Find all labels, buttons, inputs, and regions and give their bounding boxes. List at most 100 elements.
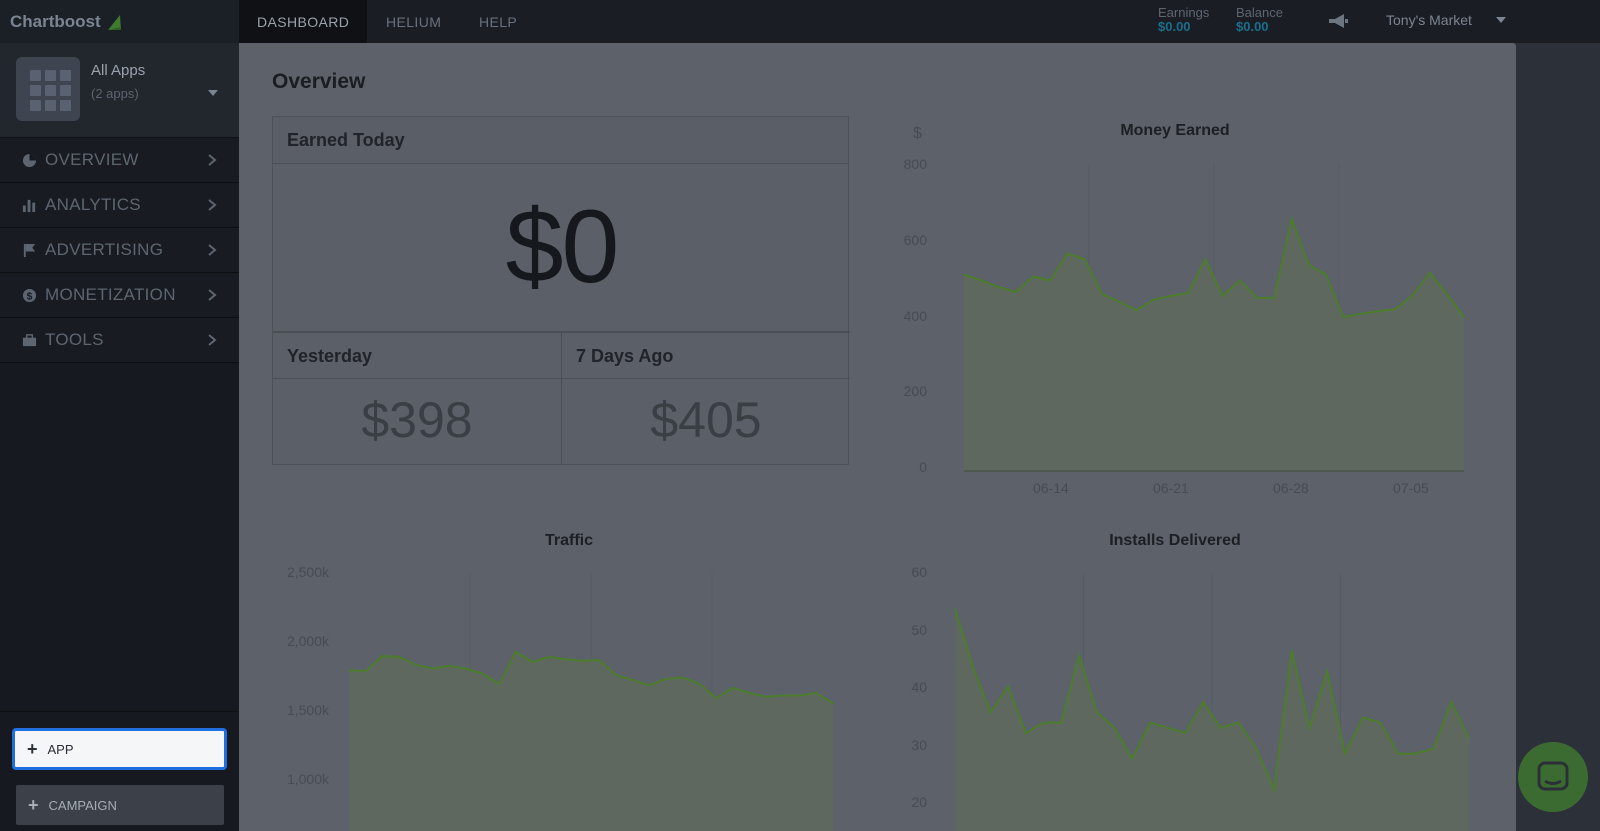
data-point[interactable] [1066, 252, 1069, 255]
data-point[interactable] [581, 659, 584, 662]
data-point[interactable] [1101, 293, 1103, 295]
data-point[interactable] [989, 711, 992, 714]
data-point[interactable] [1342, 316, 1345, 318]
nav-item-analytics[interactable]: ANALYTICS [0, 183, 239, 228]
data-point[interactable] [1149, 721, 1151, 724]
installs-delivered-chart[interactable] [954, 573, 1470, 831]
megaphone-icon[interactable] [1327, 12, 1349, 30]
data-point[interactable] [748, 692, 751, 694]
data-point[interactable] [1078, 654, 1080, 657]
data-point[interactable] [565, 658, 567, 661]
tab-help[interactable]: HELP [479, 0, 517, 43]
app-selector[interactable]: All Apps (2 apps) [0, 43, 239, 138]
data-point[interactable] [1049, 279, 1051, 282]
balance-value[interactable]: $0.00 [1236, 19, 1269, 34]
data-point[interactable] [971, 665, 974, 667]
data-point[interactable] [364, 670, 367, 672]
data-point[interactable] [348, 669, 350, 672]
data-point[interactable] [1184, 732, 1187, 734]
data-point[interactable] [954, 608, 956, 610]
data-point[interactable] [1450, 701, 1453, 703]
data-point[interactable] [1202, 701, 1204, 703]
data-point[interactable] [1014, 291, 1017, 293]
data-point[interactable] [1468, 737, 1470, 739]
add-campaign-button[interactable]: + CAMPAIGN [16, 785, 224, 825]
data-point[interactable] [1361, 716, 1364, 719]
data-point[interactable] [682, 676, 684, 679]
data-point[interactable] [1042, 721, 1045, 724]
data-point[interactable] [1220, 727, 1222, 729]
data-point[interactable] [1463, 316, 1465, 318]
data-point[interactable] [1291, 649, 1293, 652]
data-point[interactable] [698, 683, 701, 685]
data-point[interactable] [832, 702, 834, 705]
data-point[interactable] [782, 694, 784, 697]
data-point[interactable] [631, 679, 634, 681]
data-point[interactable] [1187, 292, 1189, 294]
data-point[interactable] [481, 672, 484, 675]
add-app-button[interactable]: + APP [12, 728, 227, 770]
nav-item-overview[interactable]: OVERVIEW [0, 138, 239, 183]
data-point[interactable] [1256, 297, 1258, 299]
data-point[interactable] [1237, 721, 1240, 724]
data-point[interactable] [963, 273, 965, 276]
nav-item-tools[interactable]: TOOLS [0, 318, 239, 363]
data-point[interactable] [1273, 788, 1275, 791]
data-point[interactable] [1152, 298, 1155, 301]
data-point[interactable] [648, 684, 651, 686]
data-point[interactable] [1273, 297, 1276, 299]
money-earned-chart[interactable] [963, 157, 1465, 472]
data-point[interactable] [1411, 295, 1414, 297]
data-point[interactable] [1325, 273, 1327, 276]
data-point[interactable] [515, 650, 517, 653]
data-point[interactable] [531, 661, 534, 663]
data-point[interactable] [1359, 313, 1362, 315]
data-point[interactable] [1032, 275, 1034, 278]
chevron-down-icon[interactable] [1496, 17, 1506, 23]
traffic-chart[interactable] [348, 573, 834, 831]
data-point[interactable] [548, 656, 551, 658]
data-point[interactable] [1025, 732, 1027, 734]
data-point[interactable] [1394, 308, 1396, 311]
data-point[interactable] [1415, 752, 1417, 755]
data-point[interactable] [498, 683, 500, 685]
data-point[interactable] [465, 667, 467, 670]
data-point[interactable] [381, 655, 384, 657]
data-point[interactable] [665, 678, 667, 680]
data-point[interactable] [1096, 711, 1098, 714]
data-point[interactable] [1308, 264, 1310, 266]
chevron-down-icon[interactable] [208, 90, 218, 96]
data-point[interactable] [1446, 293, 1448, 295]
chat-launcher-button[interactable] [1518, 742, 1588, 812]
data-point[interactable] [1290, 218, 1293, 220]
data-point[interactable] [1239, 279, 1241, 282]
data-point[interactable] [1432, 747, 1435, 750]
data-point[interactable] [1007, 685, 1009, 688]
data-point[interactable] [798, 694, 801, 697]
data-point[interactable] [997, 286, 1000, 288]
data-point[interactable] [1204, 258, 1207, 261]
data-point[interactable] [615, 674, 617, 676]
data-point[interactable] [1118, 300, 1120, 303]
data-point[interactable] [431, 667, 434, 670]
tab-dashboard[interactable]: DASHBOARD [239, 0, 368, 43]
data-point[interactable] [815, 692, 818, 694]
data-point[interactable] [448, 665, 450, 667]
data-point[interactable] [1397, 752, 1399, 755]
data-point[interactable] [1113, 727, 1116, 729]
data-point[interactable] [732, 687, 734, 689]
data-point[interactable] [980, 279, 982, 282]
data-point[interactable] [1377, 310, 1379, 312]
data-point[interactable] [1428, 271, 1431, 274]
nav-item-monetization[interactable]: $ MONETIZATION [0, 273, 239, 318]
brand[interactable]: Chartboost [0, 0, 239, 43]
data-point[interactable] [1308, 727, 1311, 729]
data-point[interactable] [715, 697, 717, 699]
data-point[interactable] [1221, 295, 1224, 297]
data-point[interactable] [1083, 258, 1086, 261]
data-point[interactable] [598, 659, 601, 661]
data-point[interactable] [1060, 721, 1063, 724]
account-menu[interactable]: Tony's Market [1386, 12, 1472, 28]
data-point[interactable] [1379, 721, 1382, 724]
tab-helium[interactable]: HELIUM [386, 0, 441, 43]
